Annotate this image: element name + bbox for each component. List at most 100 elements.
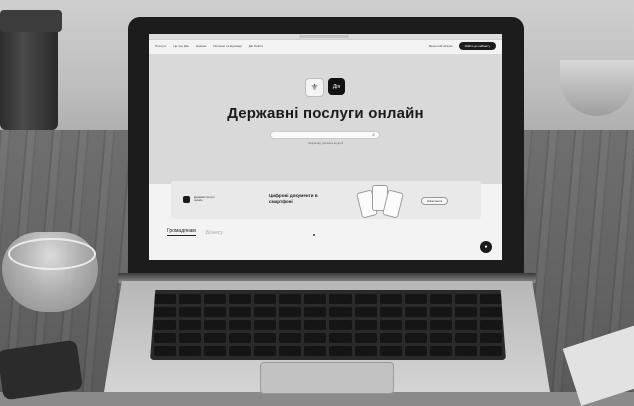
keyboard-key[interactable] [279, 333, 302, 343]
keyboard-key[interactable] [479, 333, 502, 343]
keyboard-key[interactable] [379, 320, 402, 330]
keyboard-key[interactable] [229, 346, 252, 356]
keyboard-key[interactable] [229, 320, 252, 330]
keyboard-key[interactable] [479, 307, 502, 317]
keyboard-key[interactable] [304, 346, 327, 356]
keyboard-key[interactable] [204, 333, 227, 343]
keyboard-key[interactable] [379, 333, 402, 343]
keyboard-key[interactable] [304, 320, 327, 330]
nav-item-about[interactable]: Це про Дію [173, 44, 188, 48]
keyboard-key[interactable] [329, 294, 352, 304]
nav-item-services[interactable]: Послуги [155, 44, 166, 48]
keyboard-key[interactable] [254, 294, 277, 304]
trackpad[interactable] [260, 362, 394, 394]
keyboard-key[interactable] [179, 320, 202, 330]
keyboard-key[interactable] [304, 333, 327, 343]
keyboard-key[interactable] [154, 294, 177, 304]
keyboard-key[interactable] [379, 346, 402, 356]
download-button[interactable]: Завантажити [421, 197, 449, 205]
keyboard-key[interactable] [429, 333, 452, 343]
tab-citizens[interactable]: Громадянам [167, 228, 196, 236]
keyboard-key[interactable] [204, 320, 227, 330]
keyboard-key[interactable] [279, 346, 302, 356]
diia-logo[interactable]: Дія [328, 78, 345, 95]
keyboard-key[interactable] [279, 320, 302, 330]
keyboard-key[interactable] [254, 320, 277, 330]
keyboard-key[interactable] [154, 333, 177, 343]
keyboard-key[interactable] [254, 346, 277, 356]
search-hint: Наприклад, допомога на дітей [307, 142, 344, 145]
nav-item-news[interactable]: Новини [196, 44, 206, 48]
keyboard-key[interactable] [404, 333, 427, 343]
dark-jar [0, 10, 62, 130]
keyboard-key[interactable] [404, 294, 427, 304]
keyboard-key[interactable] [429, 320, 452, 330]
search-input[interactable]: ⌕ [270, 131, 380, 139]
keyboard-key[interactable] [354, 346, 377, 356]
glass-rim [8, 238, 96, 270]
keyboard-key[interactable] [479, 346, 502, 356]
keyboard-key[interactable] [454, 346, 477, 356]
keyboard-key[interactable] [304, 307, 327, 317]
nav-item-faq[interactable]: Питання та відповіді [213, 44, 241, 48]
keyboard-key[interactable] [454, 307, 477, 317]
keyboard-key[interactable] [404, 307, 427, 317]
keyboard-key[interactable] [404, 320, 427, 330]
keyboard [150, 290, 506, 360]
feedback-link[interactable]: Зворотній зв'язок [429, 44, 453, 48]
keyboard-key[interactable] [329, 307, 352, 317]
keyboard-key[interactable] [154, 346, 177, 356]
banner-caption: Державні послуги онлайн [194, 196, 215, 202]
keyboard-key[interactable] [179, 294, 202, 304]
login-button[interactable]: Увійти до кабінету [458, 42, 496, 50]
keyboard-key[interactable] [329, 333, 352, 343]
keyboard-key[interactable] [229, 307, 252, 317]
main-nav: Послуги Це про Дію Новини Питання та від… [155, 44, 263, 48]
keyboard-key[interactable] [204, 307, 227, 317]
keyboard-key[interactable] [279, 307, 302, 317]
promo-banner: Державні послуги онлайн Цифрові документ… [171, 181, 481, 219]
trident-icon: ⚜ [305, 78, 324, 97]
keyboard-key[interactable] [479, 320, 502, 330]
keyboard-key[interactable] [329, 346, 352, 356]
keyboard-key[interactable] [179, 333, 202, 343]
keyboard-key[interactable] [354, 320, 377, 330]
keyboard-key[interactable] [479, 294, 502, 304]
logo-group: ⚜ Дія [305, 78, 345, 97]
keyboard-key[interactable] [329, 320, 352, 330]
banner-headline: Цифрові документи в смартфоні [269, 193, 318, 204]
browser-bar [149, 34, 502, 40]
keyboard-key[interactable] [254, 307, 277, 317]
keyboard-key[interactable] [404, 346, 427, 356]
keyboard-key[interactable] [154, 320, 177, 330]
keyboard-key[interactable] [179, 307, 202, 317]
keyboard-key[interactable] [454, 333, 477, 343]
keyboard-key[interactable] [204, 346, 227, 356]
keyboard-key[interactable] [429, 307, 452, 317]
keyboard-key[interactable] [429, 346, 452, 356]
keyboard-key[interactable] [154, 307, 177, 317]
keyboard-key[interactable] [179, 346, 202, 356]
tab-business[interactable]: Бізнесу [206, 230, 223, 236]
keyboard-key[interactable] [354, 294, 377, 304]
url-bar[interactable] [299, 35, 349, 38]
keyboard-key[interactable] [304, 294, 327, 304]
nav-item-education[interactable]: Дія.Освіта [249, 44, 263, 48]
laptop-screen: Послуги Це про Дію Новини Питання та від… [149, 34, 502, 260]
keyboard-key[interactable] [454, 294, 477, 304]
search-icon[interactable]: ⌕ [372, 133, 375, 138]
keyboard-key[interactable] [254, 333, 277, 343]
keyboard-key[interactable] [454, 320, 477, 330]
keyboard-key[interactable] [379, 307, 402, 317]
keyboard-key[interactable] [354, 307, 377, 317]
keyboard-key[interactable] [279, 294, 302, 304]
chat-icon[interactable]: ● [480, 241, 492, 253]
keyboard-key[interactable] [429, 294, 452, 304]
page-title: Державні послуги онлайн [227, 105, 424, 122]
keyboard-key[interactable] [229, 294, 252, 304]
keyboard-key[interactable] [379, 294, 402, 304]
keyboard-key[interactable] [354, 333, 377, 343]
banner-logo [183, 196, 190, 203]
keyboard-key[interactable] [204, 294, 227, 304]
keyboard-key[interactable] [229, 333, 252, 343]
